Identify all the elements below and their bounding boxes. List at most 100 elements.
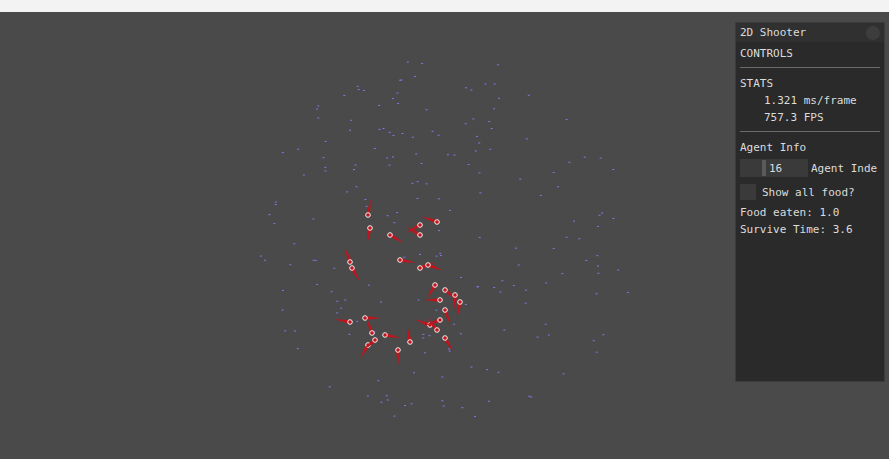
food-dot <box>284 330 286 331</box>
food-dot <box>297 149 299 150</box>
food-dot <box>294 331 296 332</box>
title-bar <box>0 0 889 12</box>
agent-head <box>383 333 388 338</box>
food-dot <box>448 348 450 349</box>
food-dot <box>282 152 284 153</box>
food-dot <box>468 164 470 165</box>
agent-head <box>438 318 443 323</box>
food-dot <box>386 395 388 396</box>
food-dot <box>476 136 478 137</box>
food-dot <box>449 210 451 211</box>
agent[interactable] <box>422 217 439 225</box>
agent[interactable] <box>443 308 451 325</box>
food-dot <box>488 401 490 402</box>
food-dot <box>358 89 360 90</box>
food-dot <box>612 218 614 219</box>
food-dot <box>449 351 451 352</box>
food-dot <box>471 367 473 368</box>
food-dot <box>525 303 527 304</box>
food-dot <box>461 407 463 408</box>
food-dot <box>545 324 547 325</box>
food-dot <box>479 237 481 238</box>
agent[interactable] <box>366 199 371 217</box>
food-dot <box>528 396 530 397</box>
food-dot <box>355 165 357 166</box>
food-dot <box>548 335 550 336</box>
agent-head <box>426 263 431 268</box>
food-dot <box>498 98 500 99</box>
food-dot <box>443 405 445 406</box>
food-dot <box>336 312 338 313</box>
food-dot <box>600 158 602 159</box>
food-dot <box>414 76 416 77</box>
agent[interactable] <box>407 326 412 344</box>
agent[interactable] <box>367 318 375 335</box>
food-dot <box>282 310 284 311</box>
food-dot <box>421 63 423 64</box>
food-dot <box>413 372 415 373</box>
food-dot <box>602 334 604 335</box>
agent[interactable] <box>443 336 453 352</box>
drag-handle[interactable] <box>762 160 766 176</box>
food-dot <box>387 215 389 216</box>
agent[interactable] <box>426 263 443 271</box>
agent[interactable] <box>334 319 352 324</box>
agent[interactable] <box>457 300 462 318</box>
agent[interactable] <box>367 226 372 244</box>
food-dot <box>325 141 327 142</box>
simulation-viewport[interactable]: 2D Shooter CONTROLS STATS 1.321 ms/frame… <box>0 12 889 459</box>
food-dot <box>597 273 599 274</box>
food-dot <box>387 400 389 401</box>
agent[interactable] <box>424 298 442 303</box>
agent[interactable] <box>388 233 404 243</box>
agent-index-label: Agent Inde <box>811 162 877 175</box>
food-dot <box>553 248 555 249</box>
food-dot <box>426 183 428 184</box>
agent[interactable] <box>363 316 381 321</box>
show-food-checkbox[interactable]: Show all food? <box>740 182 880 202</box>
food-dot <box>260 255 262 257</box>
food-dot <box>526 138 528 139</box>
agent[interactable] <box>396 348 401 366</box>
food-dot <box>412 137 414 138</box>
food-dot <box>268 214 270 215</box>
agent-stat: Food eaten: 1.0 <box>740 204 880 221</box>
collapse-icon[interactable] <box>866 26 880 40</box>
agent[interactable] <box>350 266 360 282</box>
agent[interactable] <box>427 318 440 333</box>
food-dot <box>424 352 426 353</box>
agent-head <box>363 316 368 321</box>
agent[interactable] <box>383 333 401 338</box>
food-dot <box>392 156 394 157</box>
agent-head <box>366 213 371 218</box>
agent-head <box>348 320 353 325</box>
agent-head <box>370 331 375 336</box>
food-dot <box>393 222 395 223</box>
stat-line: 1.321 ms/frame <box>740 92 880 109</box>
agent[interactable] <box>398 258 416 263</box>
food-dot <box>478 143 480 144</box>
agent[interactable] <box>453 293 458 311</box>
food-dot <box>275 201 277 202</box>
food-dot <box>597 226 599 227</box>
food-dot <box>389 165 391 166</box>
food-dot <box>396 212 398 213</box>
agent[interactable] <box>406 227 422 237</box>
agent[interactable] <box>427 283 437 299</box>
food-dot <box>497 64 499 65</box>
food-dot <box>323 157 325 158</box>
food-dot <box>566 119 568 120</box>
panel-title-bar[interactable]: 2D Shooter <box>736 23 884 42</box>
food-dot <box>379 129 381 130</box>
agent[interactable] <box>363 338 378 351</box>
agent-index-input[interactable]: 16 <box>740 159 808 177</box>
food-dot <box>404 405 406 406</box>
checkbox-box[interactable] <box>740 184 756 200</box>
food-dot <box>403 257 405 258</box>
food-dot <box>566 237 568 238</box>
food-dot <box>596 255 598 256</box>
agent[interactable] <box>345 247 353 264</box>
food-dot <box>312 218 314 219</box>
food-dot <box>465 87 467 88</box>
controls-header[interactable]: CONTROLS <box>740 45 880 62</box>
